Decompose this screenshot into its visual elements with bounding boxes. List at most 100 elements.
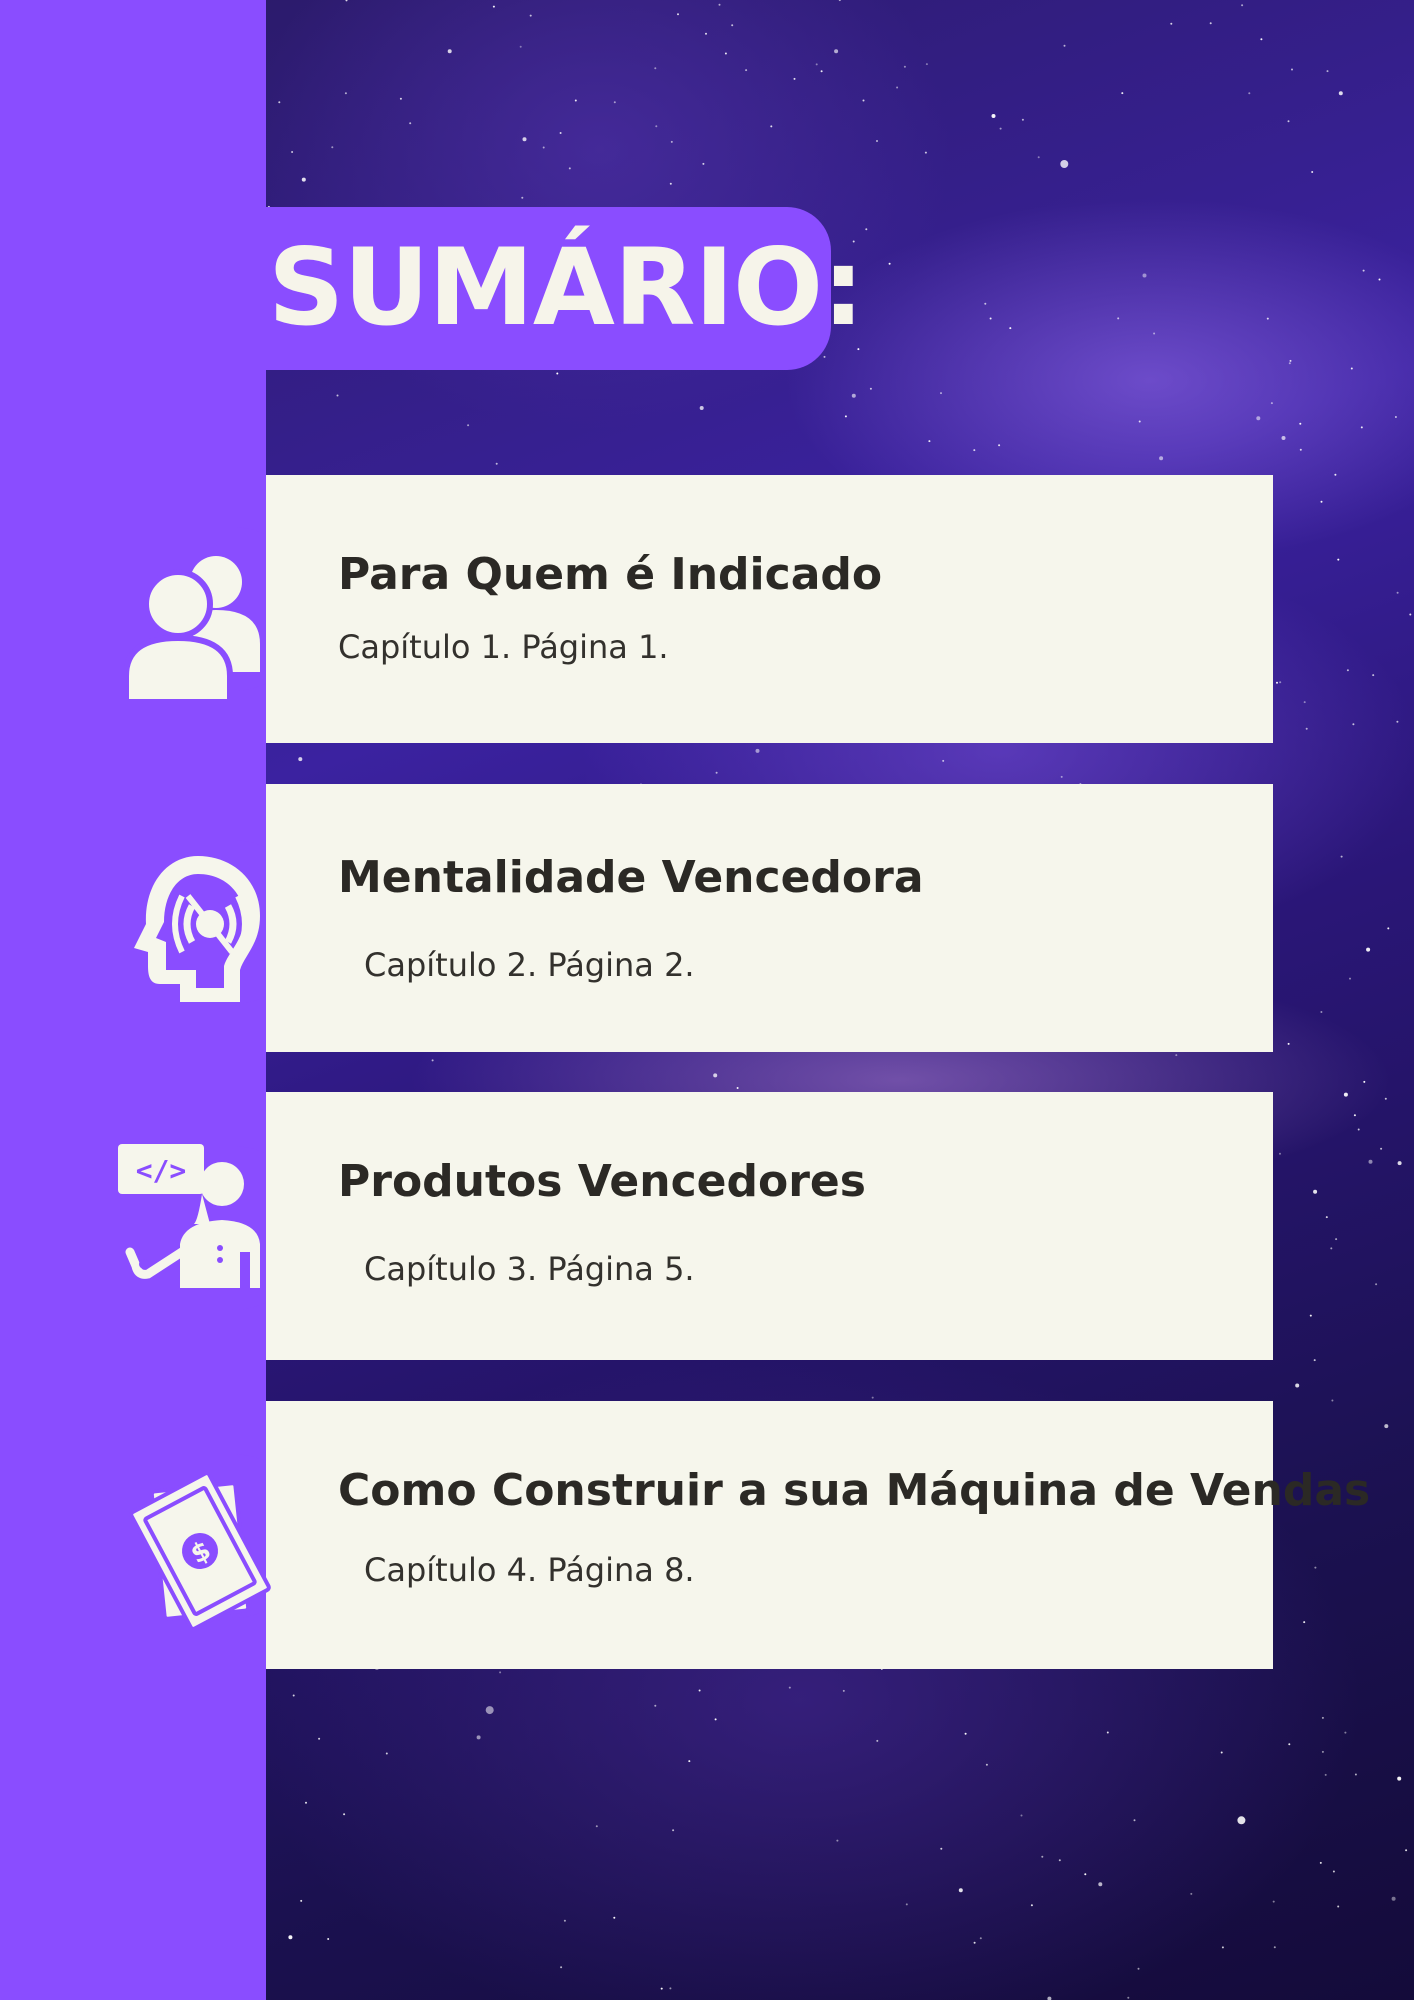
star	[485, 1706, 494, 1715]
star	[574, 99, 577, 102]
star	[1030, 1904, 1033, 1907]
star	[522, 137, 527, 142]
star	[788, 1686, 791, 1689]
star	[1281, 436, 1286, 440]
star	[292, 1694, 295, 1697]
star	[1084, 1873, 1087, 1876]
star	[985, 1763, 988, 1766]
star	[1303, 701, 1306, 704]
star	[654, 1704, 657, 1707]
star	[529, 14, 532, 17]
star	[940, 392, 942, 395]
star	[1289, 359, 1292, 362]
star	[1363, 1080, 1366, 1083]
star	[984, 302, 987, 305]
star	[345, 0, 348, 2]
star	[925, 63, 928, 66]
star	[1330, 1247, 1333, 1250]
star	[928, 440, 931, 443]
star	[1291, 68, 1293, 71]
star	[467, 424, 470, 427]
chapter-title-3: Produtos Vencedores	[338, 1156, 866, 1207]
star	[770, 125, 773, 128]
star	[699, 406, 704, 410]
star	[973, 1941, 976, 1944]
star	[595, 1825, 598, 1828]
star	[1021, 118, 1024, 121]
star	[1309, 1314, 1312, 1317]
star	[1142, 273, 1147, 278]
star	[1138, 420, 1141, 423]
star	[1106, 1731, 1109, 1734]
star	[1041, 1855, 1044, 1858]
star	[1009, 327, 1012, 330]
star	[336, 394, 339, 397]
star	[905, 1903, 908, 1906]
star	[844, 415, 847, 418]
star	[1276, 681, 1278, 684]
star	[1175, 1054, 1178, 1057]
star	[862, 99, 865, 102]
star	[1314, 1566, 1317, 1569]
star	[865, 228, 868, 231]
star	[1320, 1011, 1323, 1013]
star	[1279, 1152, 1281, 1155]
star	[568, 167, 571, 170]
star	[1360, 426, 1363, 429]
money-bills-icon: $	[129, 1474, 271, 1628]
star	[1313, 1189, 1318, 1194]
chapter-card-3: Produtos Vencedores Capítulo 3. Página 5…	[266, 1092, 1273, 1360]
presenter-code-icon: </>	[118, 1144, 260, 1288]
star	[1405, 1849, 1408, 1852]
star	[1209, 22, 1212, 25]
star	[1287, 1042, 1290, 1045]
star	[713, 1073, 718, 1078]
star	[431, 1059, 434, 1062]
star	[698, 1689, 701, 1692]
star	[298, 757, 303, 762]
star	[1331, 1399, 1334, 1402]
star	[301, 177, 306, 182]
star	[1397, 1161, 1402, 1166]
star	[1391, 1896, 1396, 1901]
star	[1353, 1114, 1356, 1117]
star	[1320, 500, 1323, 503]
star	[940, 1847, 943, 1850]
star	[1305, 727, 1308, 730]
star	[1324, 1773, 1327, 1776]
star	[815, 63, 818, 66]
star	[288, 1935, 293, 1940]
star	[1303, 1621, 1306, 1624]
star	[1334, 473, 1337, 476]
star	[1266, 317, 1269, 320]
star	[519, 45, 522, 48]
star	[724, 52, 727, 55]
star	[871, 1396, 874, 1399]
star	[499, 1671, 502, 1674]
star	[1350, 367, 1353, 370]
star	[1372, 674, 1375, 677]
chapter-card-4: Como Construir a sua Máquina de Vendas C…	[266, 1401, 1370, 1669]
star	[958, 1888, 963, 1893]
star	[1387, 927, 1390, 930]
star	[1352, 723, 1355, 726]
star	[718, 3, 721, 6]
star	[669, 182, 672, 185]
star	[1037, 156, 1040, 159]
star	[823, 355, 826, 358]
star	[1020, 1814, 1023, 1817]
star	[1159, 456, 1164, 461]
star	[1368, 1159, 1373, 1164]
star	[560, 1966, 563, 1969]
star	[888, 262, 891, 265]
star	[613, 1916, 616, 1919]
star	[291, 151, 294, 153]
chapter-subtitle-1: Capítulo 1. Página 1.	[338, 628, 669, 666]
star	[300, 1899, 303, 1902]
star	[1272, 1900, 1275, 1903]
star	[476, 1735, 481, 1740]
star	[331, 146, 334, 149]
chapter-title-2: Mentalidade Vencedora	[338, 852, 924, 903]
star	[1354, 1773, 1357, 1776]
star	[1319, 1861, 1322, 1864]
